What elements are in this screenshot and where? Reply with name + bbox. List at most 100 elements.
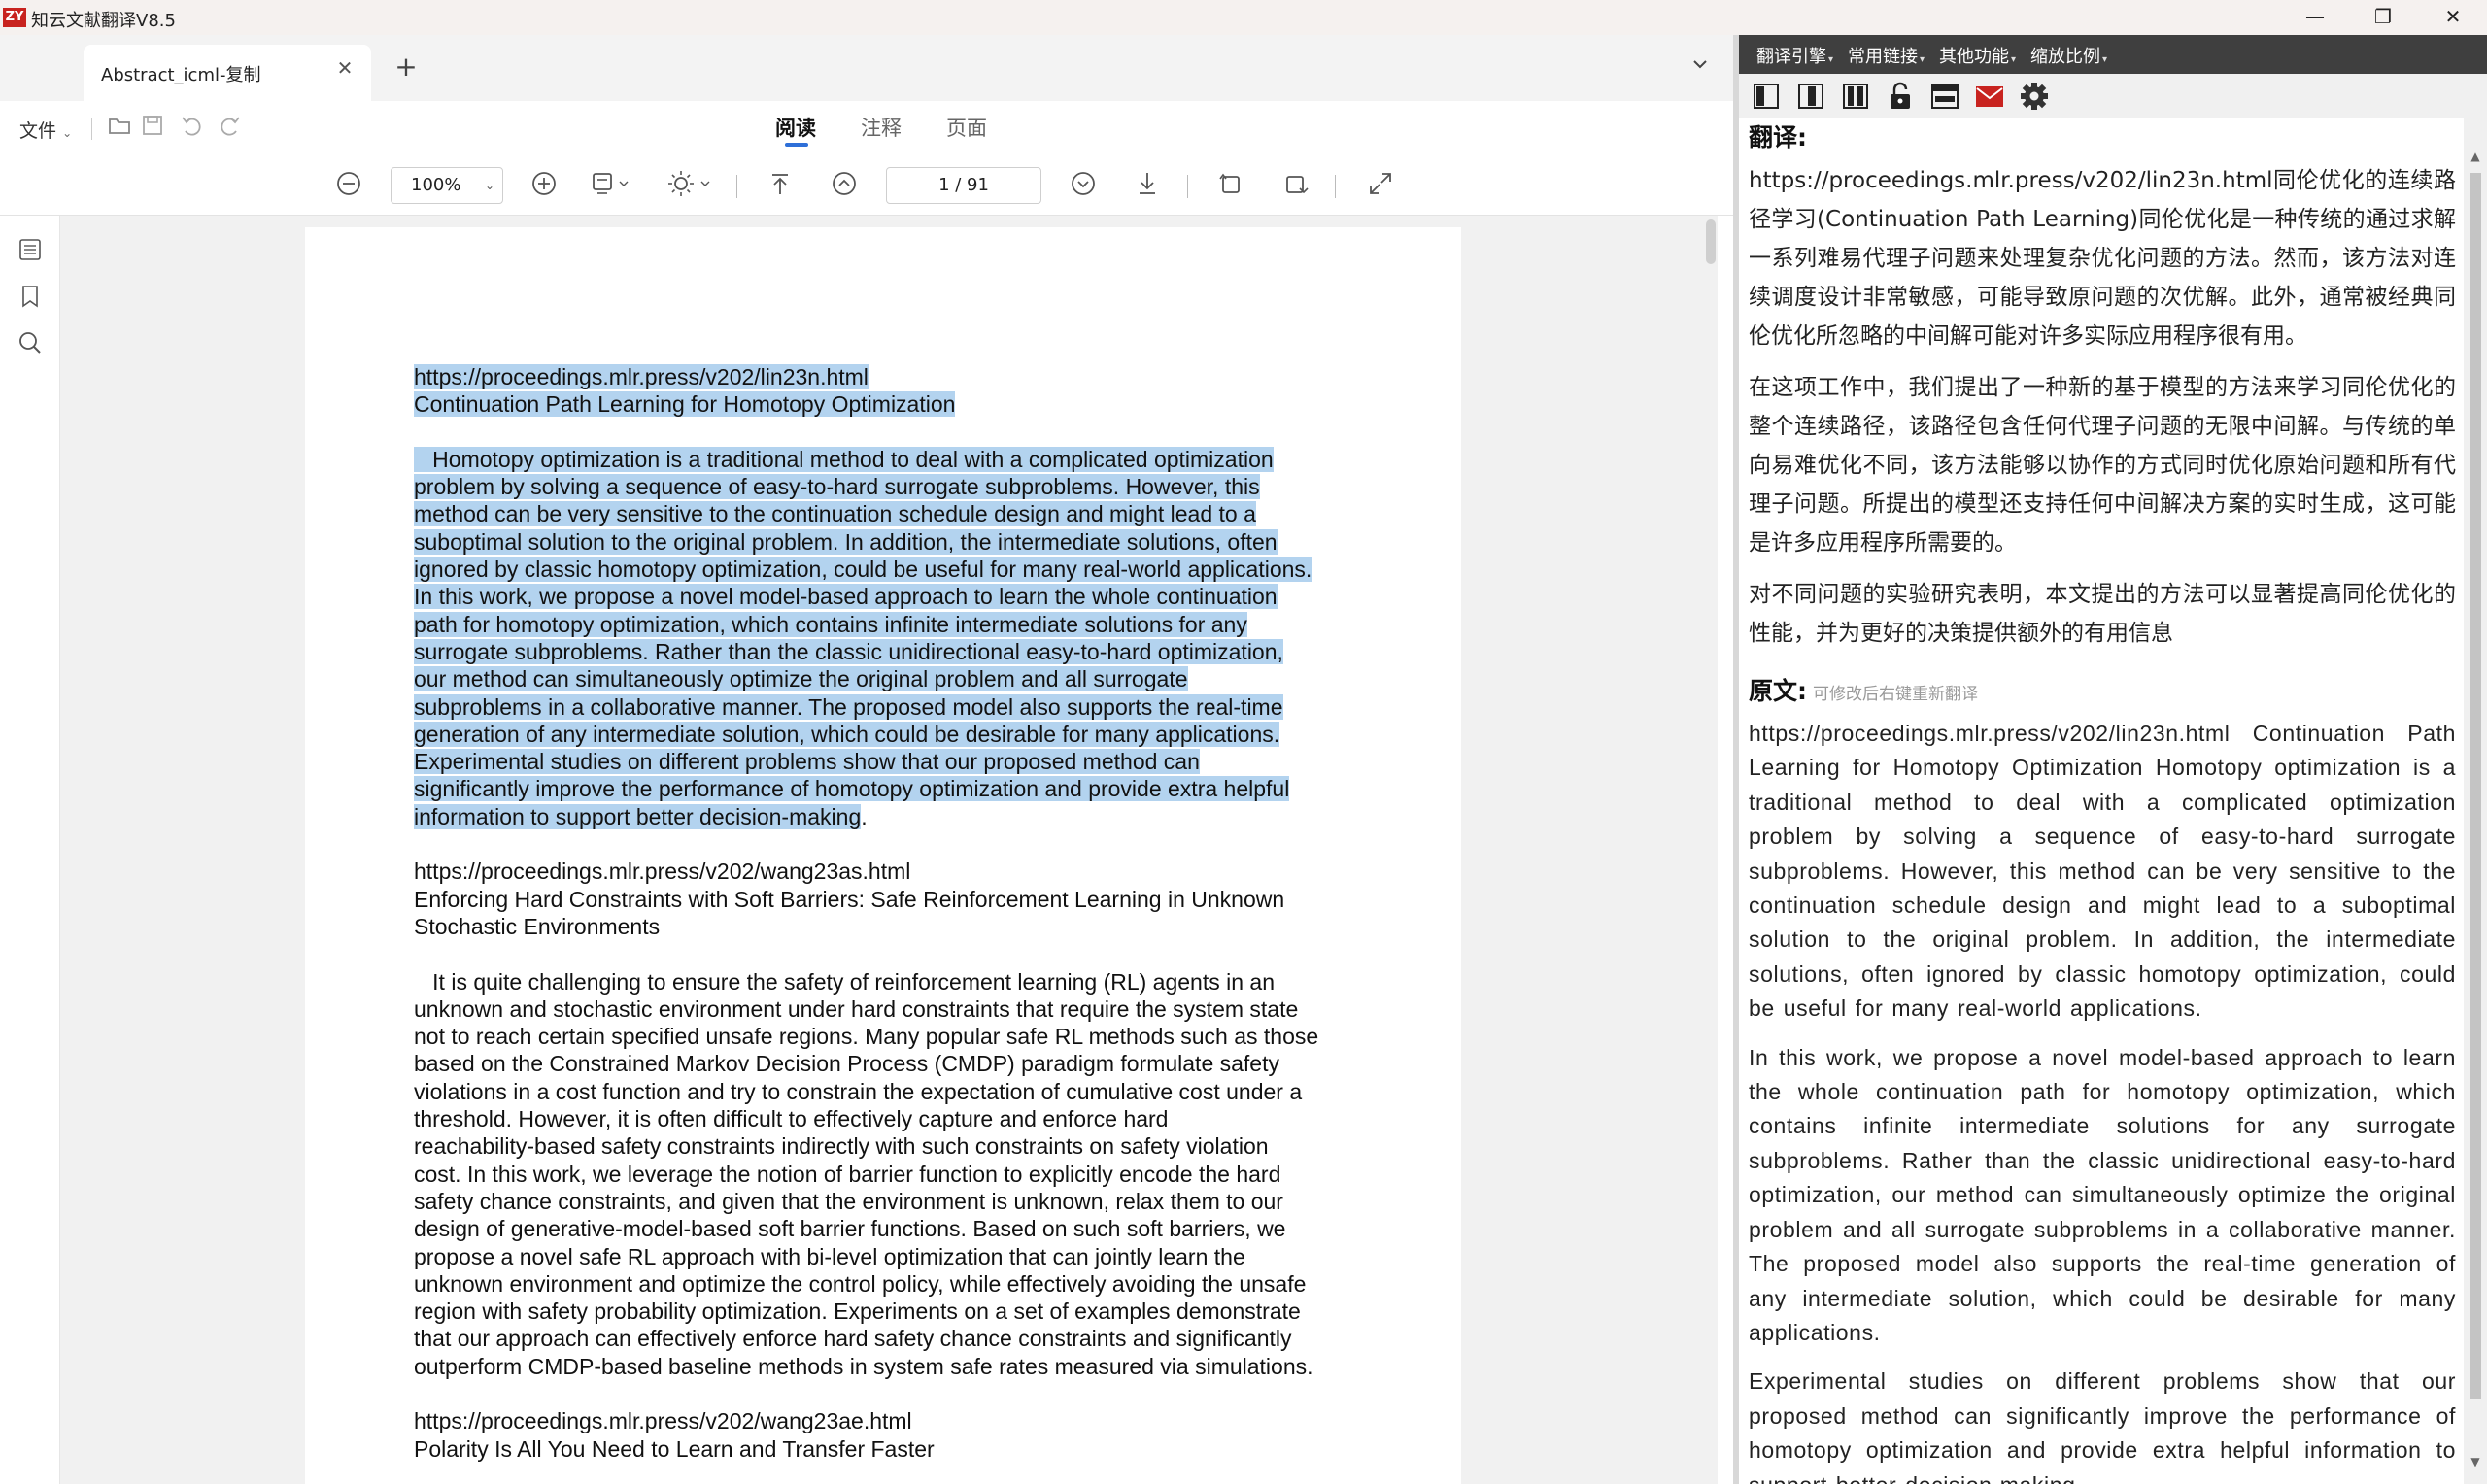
view-toolbar: 100% ⌄ 1 / 91: [0, 155, 1733, 216]
page-number-input[interactable]: 1 / 91: [886, 167, 1041, 204]
pdf-text-line: ignored by classic homotopy optimization…: [414, 556, 1385, 583]
pdf-text-line: cost. In this work, we leverage the noti…: [414, 1161, 1385, 1188]
pdf-text-line: region with safety probability optimizat…: [414, 1298, 1385, 1325]
line-text: https://proceedings.mlr.press/v202/wang2…: [414, 859, 911, 885]
selected-text: method can be very sensitive to the cont…: [414, 501, 1256, 527]
bookmark-icon[interactable]: [16, 282, 45, 311]
scroll-up-icon[interactable]: ▲: [2466, 150, 2485, 169]
window-icon[interactable]: [1929, 81, 1960, 112]
selected-text: Homotopy optimization is a traditional m…: [414, 446, 1274, 472]
undo-icon[interactable]: [177, 113, 206, 142]
settings-icon[interactable]: [2019, 81, 2050, 112]
panel-scrollbar-thumb[interactable]: [2470, 173, 2481, 1399]
line-text-tail: .: [861, 803, 868, 829]
layout-left-icon[interactable]: [1751, 81, 1782, 112]
zoom-select[interactable]: 100% ⌄: [391, 167, 503, 204]
pdf-text-line: generation of any intermediate solution,…: [414, 721, 1385, 748]
pdf-text-line: safety chance constraints, and given tha…: [414, 1188, 1385, 1215]
pdf-text-line: surrogate subproblems. Rather than the c…: [414, 638, 1385, 665]
selected-text: information to support better decision-m…: [414, 803, 862, 829]
left-rail: [0, 216, 60, 1484]
pdf-text-line: Enforcing Hard Constraints with Soft Bar…: [414, 886, 1385, 913]
pdf-text-line: In this work, we propose a novel model-b…: [414, 583, 1385, 610]
tab-annotate[interactable]: 注释: [861, 113, 902, 142]
panel-content: 翻译: https://proceedings.mlr.press/v202/l…: [1749, 118, 2456, 1484]
tabs-dropdown-button[interactable]: [1683, 54, 1718, 79]
scroll-down-icon[interactable]: ▼: [2466, 1455, 2485, 1474]
pdf-text-line: significantly improve the performance of…: [414, 775, 1385, 802]
document-viewer[interactable]: https://proceedings.mlr.press/v202/lin23…: [60, 216, 1718, 1484]
mail-icon[interactable]: [1974, 81, 2005, 112]
original-text-editor[interactable]: https://proceedings.mlr.press/v202/lin23…: [1749, 717, 2456, 1484]
page-view-icon[interactable]: [589, 169, 643, 202]
zoom-out-icon[interactable]: [332, 169, 365, 202]
menu-zoom-ratio[interactable]: 缩放比例: [2030, 43, 2107, 68]
pdf-text-line: Continuation Path Learning for Homotopy …: [414, 390, 1385, 418]
layout-both-icon[interactable]: [1840, 81, 1871, 112]
new-tab-button[interactable]: +: [387, 52, 426, 82]
tab-document[interactable]: Abstract_icml-复制 ✕: [84, 45, 371, 101]
line-text: It is quite challenging to ensure the sa…: [414, 968, 1276, 995]
close-window-button[interactable]: ✕: [2419, 0, 2487, 35]
pdf-text-line: https://proceedings.mlr.press/v202/wang2…: [414, 1407, 1385, 1434]
original-paragraph: https://proceedings.mlr.press/v202/lin23…: [1749, 721, 2456, 1022]
layout-center-icon[interactable]: [1795, 81, 1826, 112]
app-logo: ZY: [3, 8, 26, 27]
line-text: propose a novel safe RL approach with bi…: [414, 1243, 1245, 1269]
redo-icon[interactable]: [216, 113, 245, 142]
line-text: safety chance constraints, and given tha…: [414, 1188, 1283, 1214]
original-paragraph: Experimental studies on different proble…: [1749, 1368, 2456, 1484]
menu-translate-engine[interactable]: 翻译引擎: [1756, 43, 1833, 68]
first-page-icon[interactable]: [764, 169, 797, 202]
zoom-value: 100%: [411, 175, 461, 195]
rotate-right-icon[interactable]: [1278, 169, 1312, 202]
menu-common-links[interactable]: 常用链接: [1848, 43, 1925, 68]
app-title: 知云文献翻译V8.5: [31, 11, 176, 31]
divider: [91, 118, 92, 140]
tab-read[interactable]: 阅读: [775, 113, 816, 142]
tab-title: Abstract_icml-复制: [101, 65, 261, 85]
line-text: design of generative-model-based soft ba…: [414, 1216, 1286, 1242]
zoom-in-icon[interactable]: [528, 169, 561, 202]
outline-icon[interactable]: [16, 235, 45, 264]
last-page-icon[interactable]: [1131, 169, 1164, 202]
document-scrollbar[interactable]: [1704, 216, 1718, 1484]
close-tab-icon[interactable]: ✕: [330, 56, 359, 80]
save-icon[interactable]: [138, 113, 167, 142]
brightness-icon[interactable]: [666, 169, 721, 202]
selected-text: subproblems in a collaborative manner. T…: [414, 693, 1283, 720]
translation-text[interactable]: https://proceedings.mlr.press/v202/lin23…: [1749, 161, 2456, 653]
divider: [1335, 175, 1336, 198]
pdf-text-line: our method can simultaneously optimize t…: [414, 665, 1385, 692]
divider: [736, 175, 737, 198]
tab-page[interactable]: 页面: [946, 113, 987, 142]
line-text: that our approach can effectively enforc…: [414, 1326, 1292, 1352]
selected-text: Experimental studies on different proble…: [414, 749, 1200, 775]
panel-menu-bar: 翻译引擎 常用链接 其他功能 缩放比例: [1739, 35, 2487, 74]
document-scrollbar-thumb[interactable]: [1706, 219, 1716, 264]
previous-page-icon[interactable]: [828, 169, 861, 202]
pdf-text-line: that our approach can effectively enforc…: [414, 1325, 1385, 1352]
minimize-button[interactable]: —: [2281, 0, 2349, 35]
selected-text: surrogate subproblems. Rather than the c…: [414, 638, 1283, 664]
open-folder-icon[interactable]: [105, 113, 134, 142]
line-text: unknown and stochastic environment under…: [414, 995, 1299, 1022]
next-page-icon[interactable]: [1067, 169, 1100, 202]
maximize-button[interactable]: ❐: [2349, 0, 2417, 35]
fullscreen-icon[interactable]: [1364, 169, 1397, 202]
menu-other-functions[interactable]: 其他功能: [1939, 43, 2016, 68]
tab-strip: Abstract_icml-复制 ✕ +: [0, 35, 1733, 101]
line-text: Stochastic Environments: [414, 913, 661, 939]
pdf-text-line: method can be very sensitive to the cont…: [414, 500, 1385, 527]
rotate-left-icon[interactable]: [1214, 169, 1247, 202]
line-text: Enforcing Hard Constraints with Soft Bar…: [414, 886, 1285, 912]
file-menu[interactable]: 文件 ⌄: [19, 117, 72, 143]
panel-icon-bar: [1739, 74, 2487, 118]
pdf-text-line: Homotopy optimization is a traditional m…: [414, 446, 1385, 473]
unlock-icon[interactable]: [1885, 81, 1916, 112]
pdf-text-line: not to reach certain specified unsafe re…: [414, 1023, 1385, 1050]
pdf-text-line: subproblems in a collaborative manner. T…: [414, 693, 1385, 721]
pdf-text-block[interactable]: https://proceedings.mlr.press/v202/lin23…: [414, 363, 1385, 1463]
search-icon[interactable]: [16, 328, 45, 357]
